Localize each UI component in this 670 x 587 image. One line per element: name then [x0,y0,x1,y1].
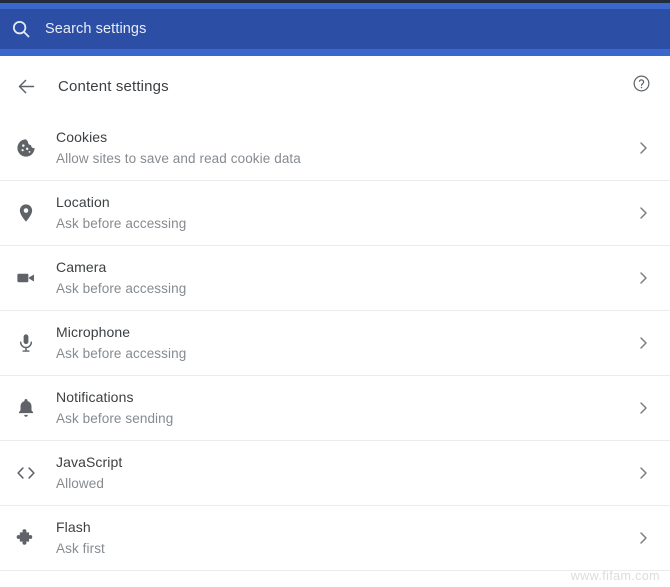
setting-row-location[interactable]: Location Ask before accessing [0,181,670,246]
search-input[interactable] [45,15,670,43]
setting-row-notifications[interactable]: Notifications Ask before sending [0,376,670,441]
search-bar-bottom-accent [0,49,670,56]
settings-list: Cookies Allow sites to save and read coo… [0,116,670,587]
page-header: Content settings [0,56,670,116]
chevron-right-icon[interactable] [626,326,660,360]
chevron-right-icon[interactable] [626,521,660,555]
camera-icon [14,266,38,290]
chevron-right-icon[interactable] [626,391,660,425]
setting-row-flash[interactable]: Flash Ask first [0,506,670,571]
chevron-right-icon[interactable] [626,196,660,230]
setting-subtitle: Allow sites to save and read cookie data [56,151,301,166]
help-circle-icon [632,74,651,93]
chevron-right-icon[interactable] [626,131,660,165]
setting-title: Microphone [56,324,131,340]
help-button[interactable] [626,68,656,98]
back-button[interactable] [6,66,46,106]
chevron-right-icon[interactable] [626,261,660,295]
setting-subtitle: Allowed [56,476,104,491]
setting-title: Flash [56,519,91,535]
setting-title: Location [56,194,110,210]
bell-icon [14,396,38,420]
search-bar[interactable] [0,9,670,49]
setting-row-text: Camera Ask before accessing [56,258,626,298]
content-settings-page: Content settings [0,0,670,587]
search-icon [10,18,32,40]
cookie-icon [14,136,38,160]
setting-title: Cookies [56,129,108,145]
microphone-icon [14,331,38,355]
setting-row-cookies[interactable]: Cookies Allow sites to save and read coo… [0,116,670,181]
setting-row-text: Cookies Allow sites to save and read coo… [56,128,626,168]
setting-row-javascript[interactable]: JavaScript Allowed [0,441,670,506]
arrow-left-icon [16,76,37,97]
setting-row-text: Location Ask before accessing [56,193,626,233]
setting-row-text: Flash Ask first [56,518,626,558]
setting-subtitle: Ask before accessing [56,281,187,296]
setting-row-camera[interactable]: Camera Ask before accessing [0,246,670,311]
setting-row-microphone[interactable]: Microphone Ask before accessing [0,311,670,376]
setting-subtitle: Ask before sending [56,411,174,426]
setting-row-text: Notifications Ask before sending [56,388,626,428]
setting-title: Notifications [56,389,134,405]
setting-subtitle: Ask first [56,541,105,556]
setting-subtitle: Ask before accessing [56,346,187,361]
page-title: Content settings [58,77,169,95]
setting-row-text: Microphone Ask before accessing [56,323,626,363]
location-pin-icon [14,201,38,225]
code-brackets-icon [14,461,38,485]
setting-subtitle: Ask before accessing [56,216,187,231]
puzzle-piece-icon [14,526,38,550]
setting-row-text: JavaScript Allowed [56,453,626,493]
setting-title: JavaScript [56,454,123,470]
chevron-right-icon[interactable] [626,456,660,490]
setting-title: Camera [56,259,107,275]
